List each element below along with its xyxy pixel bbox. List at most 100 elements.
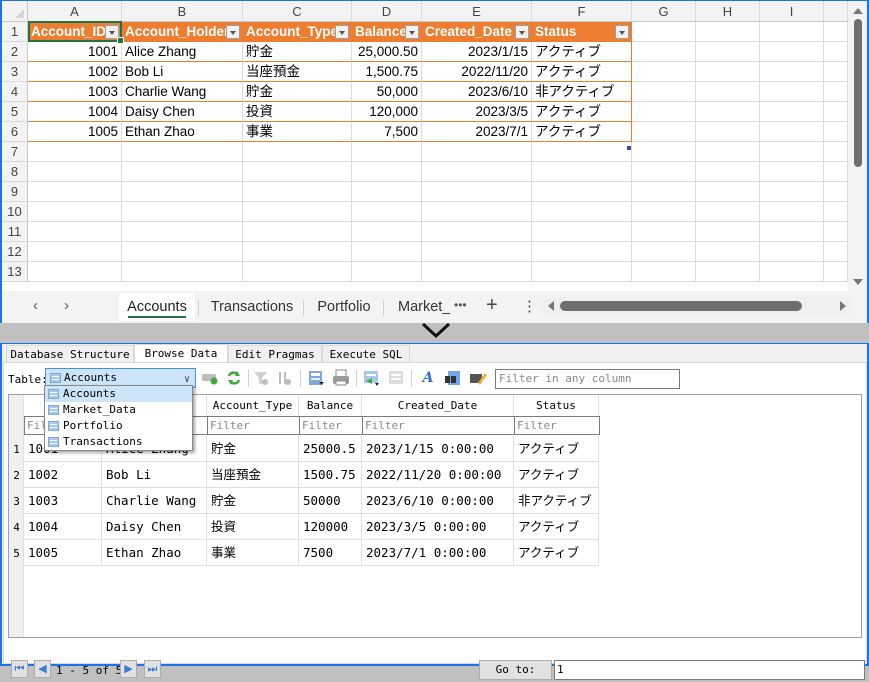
- filter-balance[interactable]: Filter: [299, 416, 363, 435]
- cell[interactable]: [422, 222, 532, 242]
- cell[interactable]: [632, 262, 696, 282]
- goto-button[interactable]: Go to:: [479, 660, 552, 680]
- cell[interactable]: [422, 182, 532, 202]
- grid-cell[interactable]: 2023/6/10 0:00:00: [362, 488, 514, 514]
- delete-record-icon[interactable]: [387, 369, 405, 387]
- sort-icon[interactable]: [275, 369, 293, 387]
- cell[interactable]: [422, 142, 532, 162]
- cell[interactable]: アクティブ: [532, 42, 632, 62]
- row-header[interactable]: 1: [2, 22, 28, 42]
- cell[interactable]: 1001: [28, 42, 122, 62]
- scroll-up-icon[interactable]: [853, 8, 863, 14]
- cell[interactable]: [532, 222, 632, 242]
- table-header-account-holder[interactable]: Account_Holder: [122, 22, 243, 42]
- tab-edit-pragmas[interactable]: Edit Pragmas: [228, 345, 322, 363]
- column-header-i[interactable]: I: [760, 1, 824, 22]
- more-options-icon[interactable]: ⋮: [522, 297, 537, 315]
- add-sheet-icon[interactable]: +: [486, 294, 498, 317]
- cell[interactable]: [824, 102, 848, 122]
- cell[interactable]: [28, 262, 122, 282]
- column-header-status[interactable]: Status: [514, 395, 599, 416]
- filter-status[interactable]: Filter: [514, 416, 600, 435]
- table-resize-handle[interactable]: [627, 146, 631, 150]
- cell[interactable]: 貯金: [243, 42, 352, 62]
- cell[interactable]: [760, 242, 824, 262]
- cell[interactable]: [696, 22, 760, 42]
- grid-cell[interactable]: 1005: [24, 540, 102, 566]
- save-table-icon[interactable]: [307, 369, 325, 387]
- dropdown-option-market-data[interactable]: Market_Data: [45, 402, 192, 418]
- column-header-c[interactable]: C: [243, 1, 352, 22]
- table-header-status[interactable]: Status: [532, 22, 632, 42]
- cell[interactable]: 1005: [28, 122, 122, 142]
- cell[interactable]: [352, 202, 422, 222]
- cell[interactable]: [28, 182, 122, 202]
- cell[interactable]: [824, 202, 848, 222]
- cell[interactable]: [760, 42, 824, 62]
- grid-cell[interactable]: アクティブ: [514, 462, 599, 488]
- cell[interactable]: [422, 162, 532, 182]
- cell[interactable]: [122, 162, 243, 182]
- row-header[interactable]: 11: [2, 222, 28, 242]
- next-sheet-icon[interactable]: ›: [64, 297, 69, 314]
- grid-cell[interactable]: 貯金: [207, 488, 299, 514]
- cell[interactable]: [122, 222, 243, 242]
- prev-page-button[interactable]: ◀: [34, 660, 51, 678]
- filter-dropdown-icon[interactable]: [615, 25, 629, 39]
- cell[interactable]: [824, 62, 848, 82]
- cell[interactable]: [122, 202, 243, 222]
- table-header-account-type[interactable]: Account_Type: [243, 22, 352, 42]
- cell[interactable]: 事業: [243, 122, 352, 142]
- sheet-tab-accounts[interactable]: Accounts: [119, 293, 195, 321]
- cell[interactable]: [760, 122, 824, 142]
- column-header-e[interactable]: E: [422, 1, 532, 22]
- cell[interactable]: 投資: [243, 102, 352, 122]
- row-number[interactable]: 3: [9, 495, 24, 508]
- grid-cell[interactable]: 1003: [24, 488, 102, 514]
- font-icon[interactable]: A: [419, 369, 437, 387]
- filter-dropdown-icon[interactable]: [515, 25, 529, 39]
- grid-cell[interactable]: 7500: [299, 540, 362, 566]
- cell[interactable]: [632, 22, 696, 42]
- row-header[interactable]: 6: [2, 122, 28, 142]
- dropdown-option-transactions[interactable]: Transactions: [45, 434, 192, 450]
- cell[interactable]: [28, 142, 122, 162]
- refresh-icon[interactable]: [225, 369, 243, 387]
- cell[interactable]: 2023/3/5: [422, 102, 532, 122]
- cell[interactable]: Bob Li: [122, 62, 243, 82]
- filter-created-date[interactable]: Filter: [362, 416, 515, 435]
- cell[interactable]: アクティブ: [532, 62, 632, 82]
- cell[interactable]: [824, 142, 848, 162]
- cell[interactable]: 1002: [28, 62, 122, 82]
- cell[interactable]: 1003: [28, 82, 122, 102]
- cell[interactable]: [696, 162, 760, 182]
- cell[interactable]: Alice Zhang: [122, 42, 243, 62]
- cell[interactable]: [422, 262, 532, 282]
- cell[interactable]: [696, 42, 760, 62]
- cell[interactable]: アクティブ: [532, 102, 632, 122]
- cell[interactable]: [632, 202, 696, 222]
- row-header[interactable]: 5: [2, 102, 28, 122]
- cell[interactable]: [28, 162, 122, 182]
- cell[interactable]: [352, 182, 422, 202]
- cell[interactable]: [824, 182, 848, 202]
- grid-cell[interactable]: 1002: [24, 462, 102, 488]
- cell[interactable]: [352, 222, 422, 242]
- grid-cell[interactable]: Bob Li: [102, 462, 207, 488]
- cell[interactable]: [632, 142, 696, 162]
- cell[interactable]: [824, 162, 848, 182]
- row-number[interactable]: 2: [9, 469, 24, 482]
- cell[interactable]: [824, 262, 848, 282]
- cell[interactable]: [243, 182, 352, 202]
- cell[interactable]: [760, 182, 824, 202]
- cell[interactable]: [696, 102, 760, 122]
- find-icon[interactable]: [444, 369, 462, 387]
- grid-cell[interactable]: アクティブ: [514, 514, 599, 540]
- cell[interactable]: [824, 42, 848, 62]
- cell[interactable]: [243, 262, 352, 282]
- cell[interactable]: [632, 242, 696, 262]
- cell[interactable]: Ethan Zhao: [122, 122, 243, 142]
- cell[interactable]: [760, 202, 824, 222]
- table-header-created-date[interactable]: Created_Date: [422, 22, 532, 42]
- last-page-button[interactable]: ⏭: [144, 660, 161, 678]
